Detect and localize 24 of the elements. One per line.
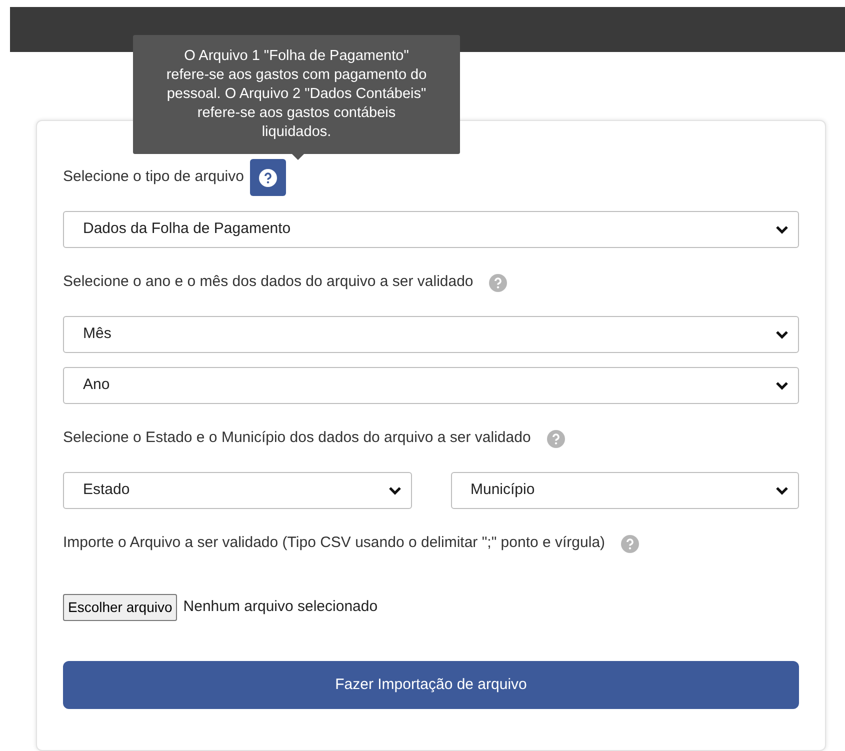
chevron-down-icon — [775, 486, 789, 496]
chevron-down-icon — [775, 330, 789, 340]
field-label: Importe o Arquivo a ser validado (Tipo CSV usando o delimitar ";" ponto e vírgula) — [63, 533, 606, 554]
select-dropdown[interactable]: Dados da Folha de Pagamento — [63, 211, 799, 248]
tooltip-arrow-icon — [292, 154, 304, 160]
help-icon[interactable] — [546, 430, 565, 448]
help-button[interactable] — [250, 159, 286, 196]
help-icon[interactable] — [621, 534, 640, 552]
field-label: Selecione o tipo de arquivo — [63, 167, 244, 188]
select-dropdown[interactable]: Estado — [63, 472, 412, 509]
question-icon — [258, 168, 277, 186]
field-label: Selecione o ano e o mês dos dados do arquivo a ser validado — [63, 272, 474, 292]
select-dropdown[interactable]: Ano — [63, 367, 799, 404]
import-button[interactable]: Fazer Importação de arquivo — [63, 661, 799, 709]
select-dropdown[interactable]: Mês — [63, 316, 799, 353]
file-status-text: Nenhum arquivo selecionado — [183, 597, 378, 618]
tooltip: O Arquivo 1 "Folha de Pagamento" refere-se aos gastos com pagamento do pessoal. O Arquivo 2 "Dados Contábeis" refere-se aos gastos contábeis liquidados. — [133, 35, 460, 154]
select-dropdown[interactable]: Município — [450, 472, 799, 509]
chevron-down-icon — [775, 224, 789, 234]
field-label: Selecione o Estado e o Município dos dados do arquivo a ser validado — [63, 428, 531, 448]
chevron-down-icon — [388, 486, 402, 496]
chevron-down-icon — [775, 380, 789, 390]
choose-file-button[interactable]: Escolher arquivo — [63, 594, 178, 621]
help-icon[interactable] — [489, 274, 508, 292]
